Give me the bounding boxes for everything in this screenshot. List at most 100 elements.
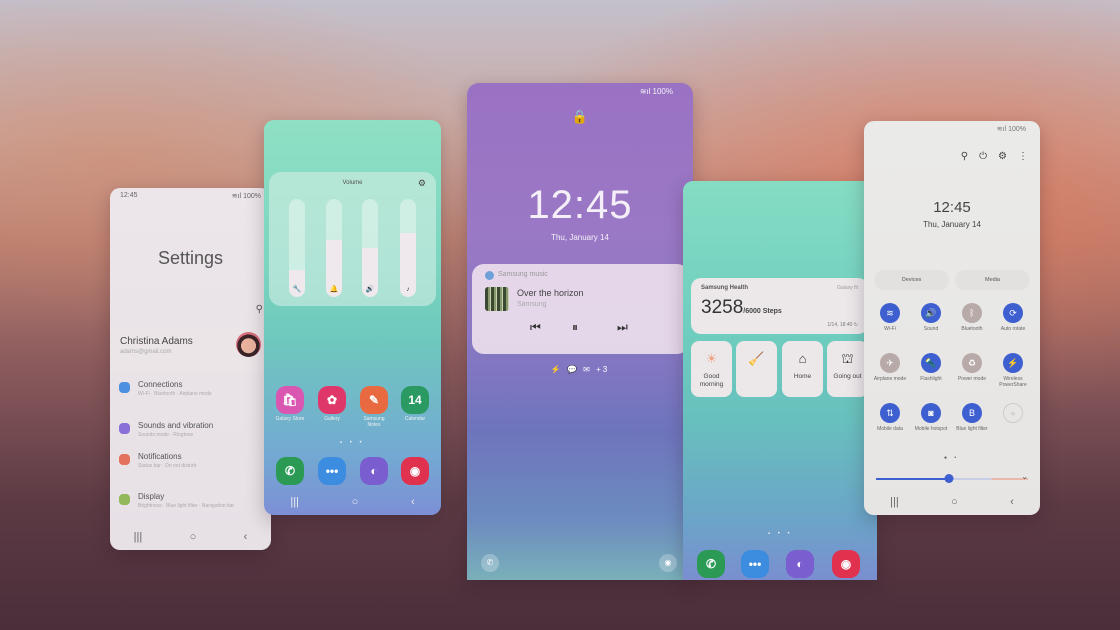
app-messages[interactable]: ••• [740,550,770,578]
app-icon-internet-icon: ◐ [360,457,388,485]
app-gallery[interactable]: ✿ Gallery [317,386,347,422]
back-button[interactable]: ‹ [244,531,248,543]
app-icon-internet-icon: ◐ [786,550,814,578]
recents-button[interactable]: ||| [290,496,299,508]
mode-going-out[interactable]: ⛫ Going out [827,341,868,397]
settings-item-display[interactable]: Display Brightness · Blue light filter · … [110,490,271,518]
avatar[interactable] [236,332,261,357]
media-button[interactable]: Media [955,270,1030,290]
health-updated: 1/14, 18:40 ↻ [827,322,858,328]
health-source: Galaxy fit [837,285,858,291]
tile-blue-light-filter[interactable]: B Blue light filter [952,403,992,432]
camera-shortcut-icon[interactable]: ◉ [659,554,677,572]
search-icon[interactable]: ⚲ [256,304,263,315]
app-icon-messages-icon: ••• [741,550,769,578]
app-icon-calendar-icon: 14 [401,386,429,414]
volume-title: Volume [342,180,363,186]
tile-add[interactable]: + [993,403,1033,426]
pause-icon[interactable]: ⏸ [572,320,578,335]
app-icon-phone-icon: ✆ [276,457,304,485]
home-button[interactable]: ○ [352,496,359,508]
back-button[interactable]: ‹ [411,496,415,508]
tile-label: Bluetooth [961,326,983,332]
wifi-signal-icon: ≋ıl [231,193,242,200]
tile-icon: + [1003,403,1023,423]
app-phone[interactable]: ✆ [696,550,726,578]
next-track-icon[interactable]: ⏭ [617,320,628,335]
app-calendar[interactable]: 14 Calendar [400,386,430,422]
app-icon-camera-icon: ◉ [832,550,860,578]
volume-phone: Volume ⚙ 🔧 🔔 🔊 ♪ 🛍 Galaxy Store ✿ Gallery ✎ Sams… [264,120,441,515]
recents-button[interactable]: ||| [890,496,899,508]
app-galaxy-store[interactable]: 🛍 Galaxy Store [275,386,305,422]
tile-auto-rotate[interactable]: ⟳ Auto rotate [993,303,1033,332]
back-button[interactable]: ‹ [1010,496,1014,508]
mode-label: Home [793,373,812,380]
app-internet[interactable]: ◐ [785,550,815,578]
tile-sound[interactable]: 🔊 Sound [911,303,951,332]
gear-icon[interactable]: ⚙ [418,178,426,189]
home-button[interactable]: ○ [951,496,958,508]
health-widget[interactable]: Samsung Health Galaxy fit 3258/6000 Step… [691,278,868,334]
app-camera[interactable]: ◉ [831,550,861,578]
tile-airplane-mode[interactable]: ✈ Airplane mode [870,353,910,382]
lock-icon[interactable]: 🔒 [467,109,693,125]
volume-slider-media[interactable]: 🔊 [362,199,378,297]
wifi-signal-icon: ≋ıl [639,87,651,96]
settings-item-notifications[interactable]: Notifications Status bar · Do not disturb [110,450,271,478]
app-label: Calendar [404,416,426,422]
gear-icon[interactable]: ⚙ [998,151,1007,162]
profile-email: adams@gmail.com [120,349,172,355]
tile-label: Mobile hotspot [914,426,948,432]
song-title: Over the horizon [517,288,584,298]
volume-panel: Volume ⚙ 🔧 🔔 🔊 ♪ [269,172,436,306]
app-messages[interactable]: ••• [317,457,347,485]
tile-power-mode[interactable]: ♻ Power mode [952,353,992,382]
mode-home[interactable]: ⌂ Home [782,341,823,397]
tile-flashlight[interactable]: 🔦 Flashlight [911,353,951,382]
device-media-buttons: Devices Media [874,270,1030,290]
tile-mobile-data[interactable]: ⇅ Mobile data [870,403,910,432]
wrench-icon: 🔧 [292,286,302,293]
health-app-name: Samsung Health [701,285,749,291]
mode-icon: ☀ [705,351,718,366]
page-title: Settings [157,248,224,268]
volume-slider-ringtone[interactable]: 🔔 [326,199,342,297]
recents-button[interactable]: ||| [134,531,143,543]
album-art [485,287,509,311]
speaker-icon: 🔊 [365,286,375,293]
chevron-down-icon[interactable]: ⌄ [1021,472,1028,481]
notification-icons: ⚡ 💬 ✉ +3 [550,365,610,374]
app-camera[interactable]: ◉ [400,457,430,485]
mode-good-morning[interactable]: ☀ Good morning [691,341,732,397]
mode-icon: 🧹 [748,351,765,366]
brightness-slider[interactable] [876,474,1028,483]
settings-item-label: Display [138,492,165,501]
settings-item-connections[interactable]: Connections Wi-Fi · Bluetooth · Airplane … [110,378,271,406]
app-phone[interactable]: ✆ [275,457,305,485]
tile-label: Airplane mode [873,376,907,382]
devices-button[interactable]: Devices [874,270,949,290]
previous-track-icon[interactable]: ⏮ [530,320,541,335]
volume-slider-system[interactable]: 🔧 [289,199,305,297]
power-icon[interactable]: ⏻ [979,151,987,162]
app-label: Gallery [324,416,340,422]
settings-item-label: Notifications [138,452,182,461]
phone-shortcut-icon[interactable]: ✆ [481,554,499,572]
home-button[interactable]: ○ [190,531,197,543]
app-internet[interactable]: ◐ [359,457,389,485]
profile-card[interactable]: Christina Adams adams@gmail.com [110,326,271,372]
tile-label: Flashlight [920,376,942,382]
settings-item-sounds-and-vibration[interactable]: Sounds and vibration Sounds mode · Ringto… [110,419,271,447]
app-samsung-notes[interactable]: ✎ Samsung Notes [359,386,389,428]
tile-wireless-powershare[interactable]: ⚡ Wireless PowerShare [993,353,1033,388]
brightness-slider-handle[interactable] [944,474,954,483]
tile-wi-fi[interactable]: ≋ Wi-Fi [870,303,910,332]
mode-cleaning[interactable]: 🧹 [736,341,777,397]
search-icon[interactable]: ⚲ [961,151,968,162]
volume-slider-music[interactable]: ♪ [400,199,416,297]
tile-mobile-hotspot[interactable]: ◙ Mobile hotspot [911,403,951,432]
more-options-icon[interactable]: ⋮ [1018,151,1028,162]
tile-bluetooth[interactable]: ᛒ Bluetooth [952,303,992,332]
mode-icon: ⌂ [798,351,807,366]
